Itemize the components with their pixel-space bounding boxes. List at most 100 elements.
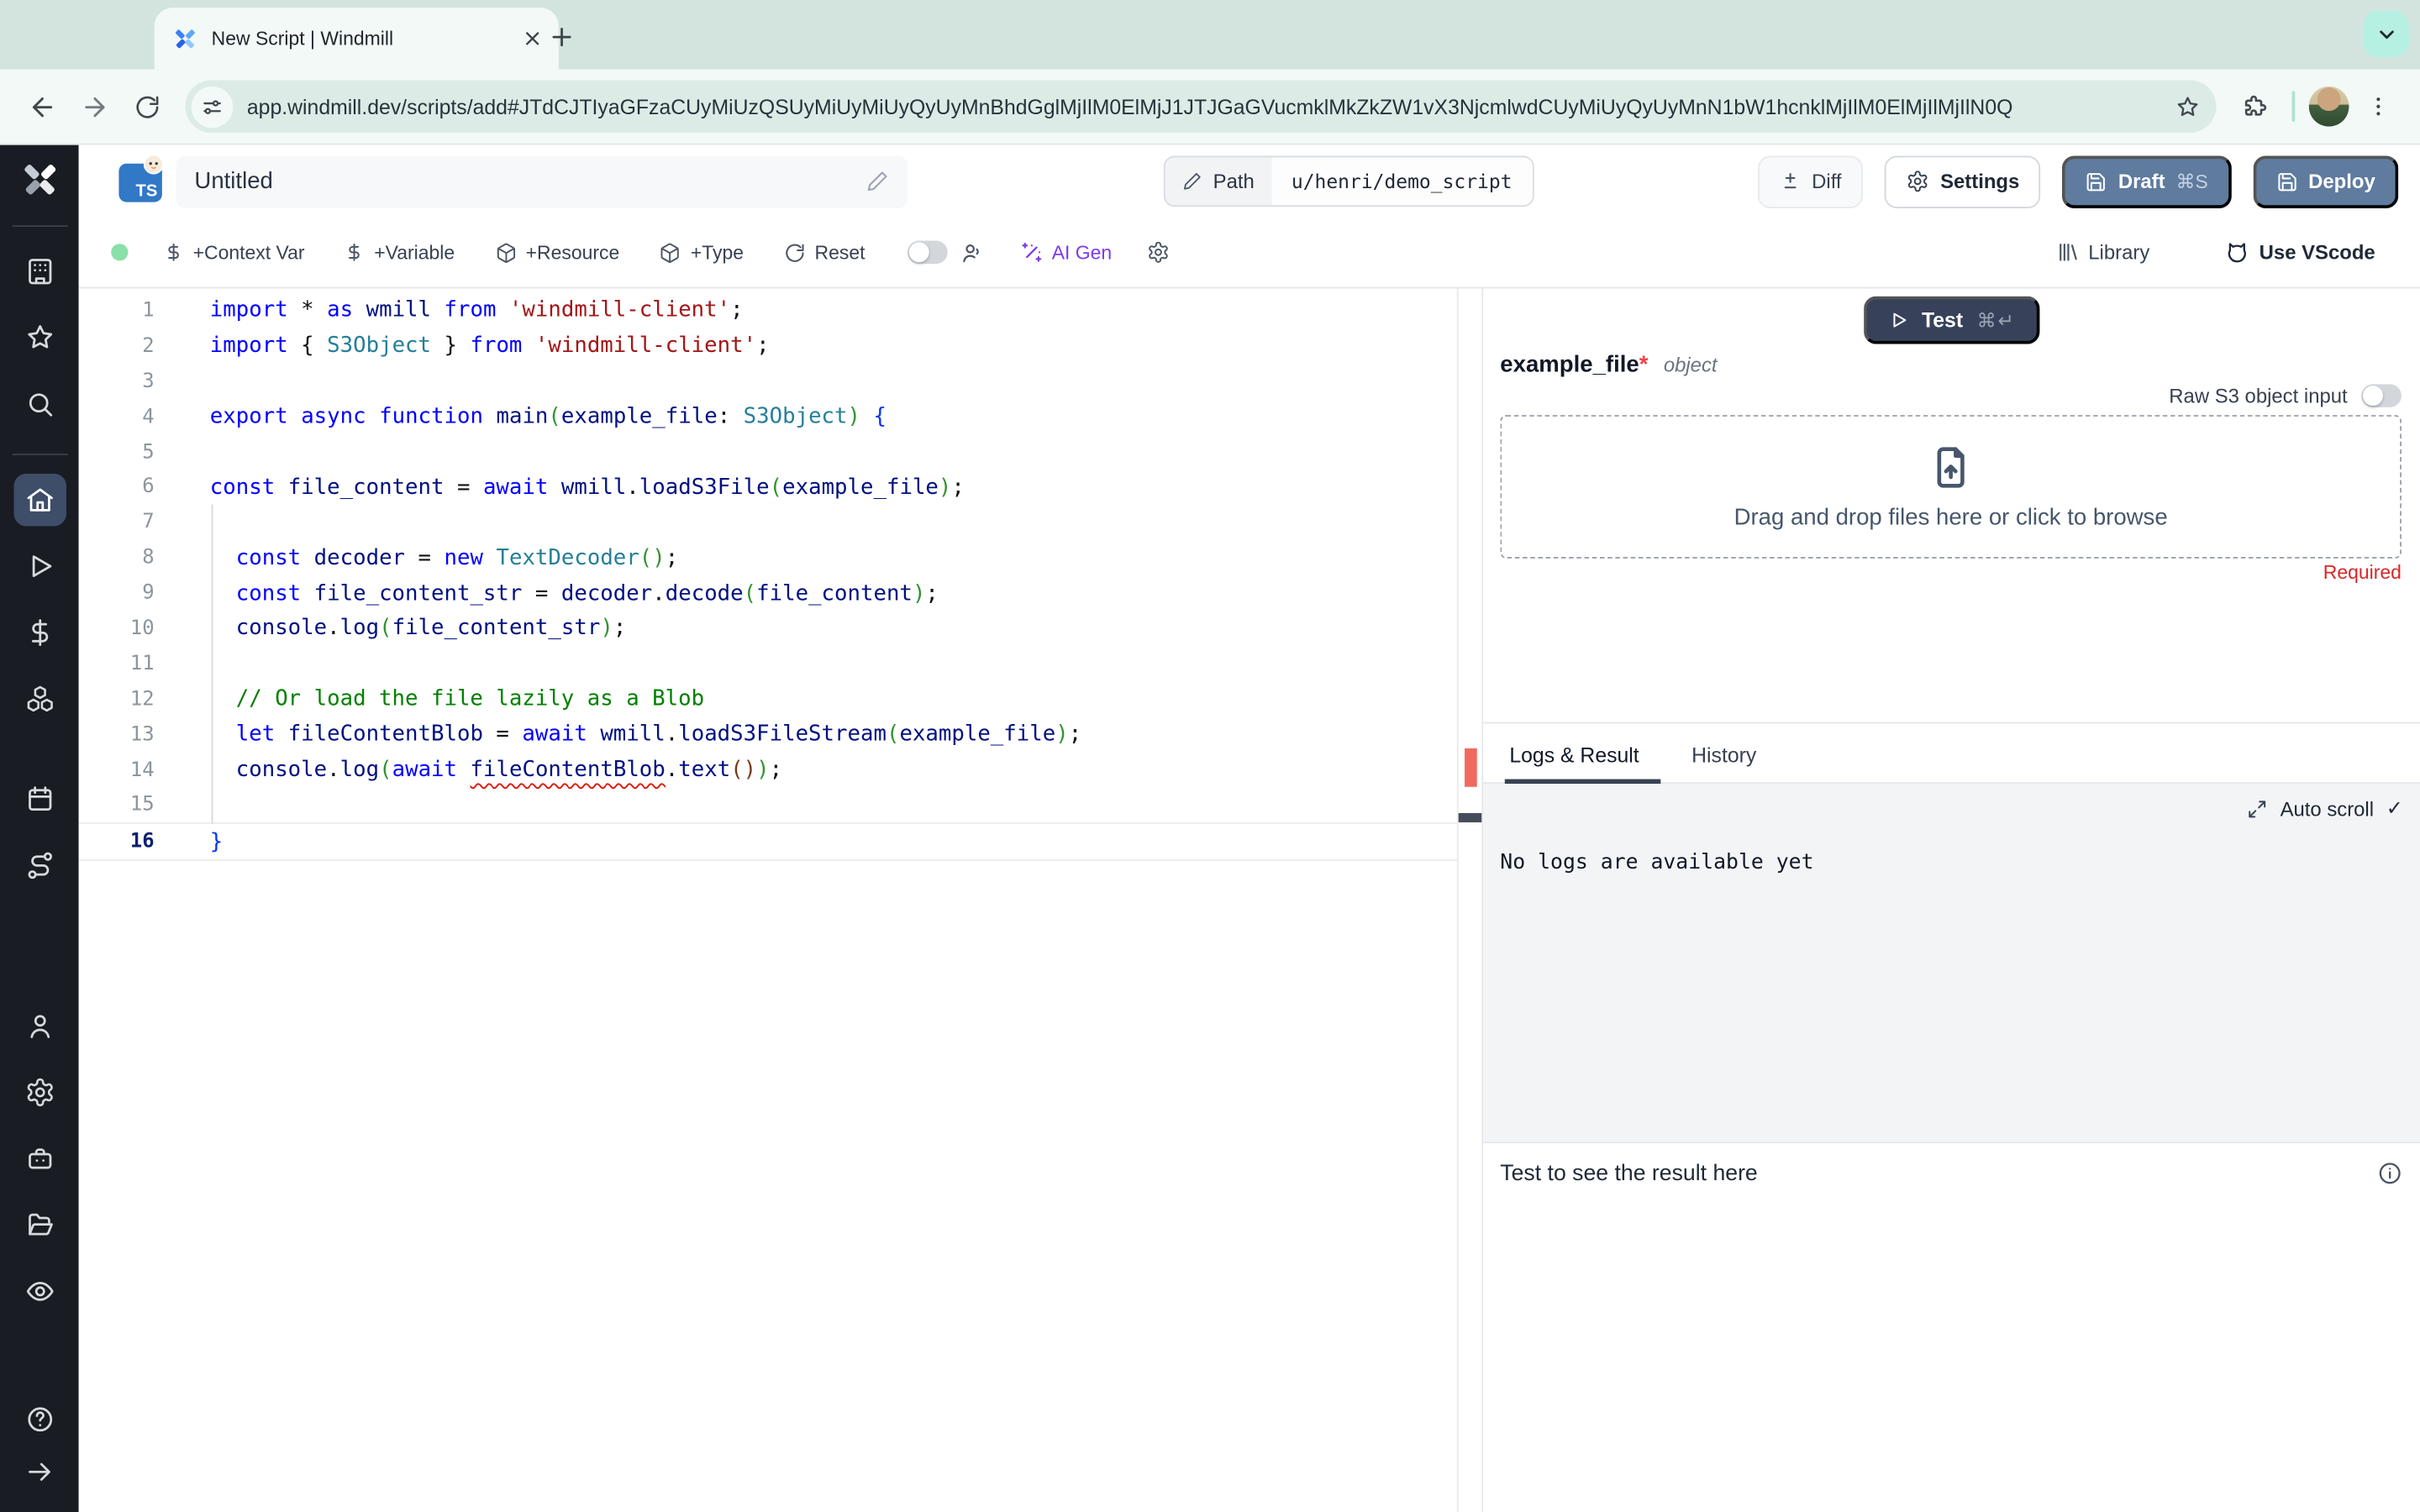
script-toolbar: +Context Var +Variable +Resource +Type R… xyxy=(78,217,2420,289)
add-variable-button[interactable]: +Variable xyxy=(324,241,475,263)
magic-wand-icon xyxy=(1021,242,1041,262)
browser-tab[interactable]: New Script | Windmill xyxy=(154,8,559,70)
code-line-9[interactable]: 9 const file_content_str = decoder.decod… xyxy=(79,575,1457,611)
sidebar-item-search[interactable] xyxy=(13,378,66,430)
new-tab-button[interactable] xyxy=(544,18,581,55)
code-line-3[interactable]: 3 xyxy=(79,364,1457,399)
sidebar-item-folders[interactable] xyxy=(13,1199,66,1251)
tab-title: New Script | Windmill xyxy=(211,28,394,50)
sidebar-item-variables[interactable] xyxy=(13,606,66,659)
path-edit-button[interactable]: Path xyxy=(1165,157,1272,206)
sidebar-item-settings[interactable] xyxy=(13,1066,66,1118)
code-line-6[interactable]: 6 const file_content = await wmill.loadS3… xyxy=(79,470,1457,505)
profile-avatar[interactable] xyxy=(2308,86,2349,127)
settings-button[interactable]: Settings xyxy=(1884,155,2042,208)
sidebar-expand-button[interactable] xyxy=(13,1446,66,1498)
add-variable-label: +Variable xyxy=(374,241,455,264)
browser-menu-button[interactable] xyxy=(2355,83,2402,129)
code-line-14[interactable]: 14 console.log(await fileContentBlob.tex… xyxy=(79,753,1457,788)
tab-history[interactable]: History xyxy=(1691,743,1756,782)
sidebar-item-favorites[interactable] xyxy=(13,312,66,364)
raw-s3-toggle[interactable] xyxy=(2361,384,2402,407)
path-field[interactable]: Path u/henri/demo_script xyxy=(1163,155,1534,207)
reload-icon xyxy=(135,95,158,118)
code-line-11[interactable]: 11 xyxy=(79,646,1457,681)
sidebar-item-users[interactable] xyxy=(13,1000,66,1052)
code-editor-lines[interactable]: 1 import * as wmill from 'windmill-client… xyxy=(78,288,1459,1512)
code-line-15[interactable]: 15 xyxy=(79,788,1457,823)
auto-scroll-label: Auto scroll xyxy=(2280,796,2375,821)
multiplayer-toggle[interactable] xyxy=(907,240,947,265)
expand-icon[interactable] xyxy=(2248,799,2268,819)
add-type-button[interactable]: +Type xyxy=(639,241,764,263)
reload-button[interactable] xyxy=(124,83,170,129)
code-line-13[interactable]: 13 let fileContentBlob = await wmill.loa… xyxy=(79,717,1457,753)
sidebar-item-flows[interactable] xyxy=(13,839,66,891)
worker-toolbox-icon xyxy=(28,1148,51,1169)
sidebar-item-workspace[interactable] xyxy=(13,245,66,297)
editor-settings-button[interactable] xyxy=(1132,241,1180,265)
gear-icon xyxy=(1908,171,1928,192)
pencil-icon[interactable] xyxy=(865,170,889,193)
library-label: Library xyxy=(2088,240,2150,265)
diff-button[interactable]: Diff xyxy=(1757,155,1864,208)
code-line-5[interactable]: 5 xyxy=(79,434,1457,470)
draft-button[interactable]: Draft ⌘S xyxy=(2062,155,2232,208)
add-resource-button[interactable]: +Resource xyxy=(475,241,639,263)
vscode-cat-icon xyxy=(2228,243,2246,263)
tab-search-button[interactable] xyxy=(2363,10,2410,57)
arrow-right-icon xyxy=(28,1462,50,1481)
sidebar-item-audit-logs[interactable] xyxy=(13,1265,66,1317)
ai-gen-button[interactable]: AI Gen xyxy=(999,241,1132,265)
test-button[interactable]: Test ⌘↵ xyxy=(1863,296,2040,344)
sidebar-item-home[interactable] xyxy=(13,473,66,527)
language-badge[interactable]: TS xyxy=(118,154,164,202)
code-line-12[interactable]: 12 // Or load the file lazily as a Blob xyxy=(79,681,1457,717)
sidebar-item-runs[interactable] xyxy=(13,540,66,592)
sidebar-item-resources[interactable] xyxy=(13,673,66,725)
sidebar-divider xyxy=(11,225,67,227)
add-type-label: +Type xyxy=(690,241,744,264)
url-bar[interactable]: app.windmill.dev/scripts/add#JTdCJTIyaGF… xyxy=(185,80,2217,133)
line-number: 14 xyxy=(129,758,155,782)
use-vscode-label: Use VScode xyxy=(2259,240,2375,265)
code-line-2[interactable]: 2 import { S3Object } from 'windmill-clie… xyxy=(79,328,1457,364)
reset-button[interactable]: Reset xyxy=(764,241,885,263)
deploy-button[interactable]: Deploy xyxy=(2252,155,2399,208)
folder-open-icon xyxy=(28,1213,52,1236)
code-line-7[interactable]: 7 xyxy=(79,505,1457,540)
code-editor[interactable]: 1 import * as wmill from 'windmill-client… xyxy=(78,288,1482,1512)
scrollbar-thumb[interactable] xyxy=(1458,812,1482,822)
tab-logs-result[interactable]: Logs & Result xyxy=(1504,743,1661,785)
preview-inputs: Test ⌘↵ example_file* object Raw S3 obje… xyxy=(1483,288,2420,722)
add-resource-label: +Resource xyxy=(525,241,620,264)
add-context-var-button[interactable]: +Context Var xyxy=(144,241,325,263)
code-line-16[interactable]: 16} xyxy=(78,822,1457,862)
code-line-10[interactable]: 10 console.log(file_content_str); xyxy=(79,611,1457,646)
code-line-1[interactable]: 1 import * as wmill from 'windmill-client… xyxy=(79,293,1457,328)
site-settings-button[interactable] xyxy=(191,85,234,128)
auto-scroll-control[interactable]: Auto scroll ✓ xyxy=(2248,796,2403,821)
diff-label: Diff xyxy=(1812,170,1842,193)
sidebar-item-workers[interactable] xyxy=(13,1132,66,1184)
use-vscode-button[interactable]: Use VScode xyxy=(2204,239,2396,265)
back-button[interactable] xyxy=(18,83,65,129)
code-line-8[interactable]: 8 const decoder = new TextDecoder(); xyxy=(79,540,1457,575)
info-icon[interactable] xyxy=(2377,1160,2403,1186)
library-button[interactable]: Library xyxy=(2036,240,2170,265)
close-tab-icon[interactable] xyxy=(522,28,544,50)
eye-icon xyxy=(25,1282,53,1301)
overview-ruler[interactable] xyxy=(1458,288,1482,1512)
bookmark-star-icon[interactable] xyxy=(2175,93,2201,119)
line-number: 11 xyxy=(129,652,155,676)
extensions-button[interactable] xyxy=(2232,83,2278,129)
script-title-input[interactable]: Untitled xyxy=(176,155,908,208)
code-line-4[interactable]: 4 export async function main(example_file… xyxy=(79,399,1457,434)
calendar-icon xyxy=(28,786,51,811)
sidebar-item-schedules[interactable] xyxy=(13,773,66,825)
sidebar-item-help[interactable] xyxy=(13,1394,66,1446)
forward-button[interactable] xyxy=(71,83,117,129)
dollar-icon xyxy=(31,619,48,646)
file-dropzone[interactable]: Drag and drop files here or click to bro… xyxy=(1500,415,2402,559)
file-upload-icon xyxy=(1937,446,1965,487)
